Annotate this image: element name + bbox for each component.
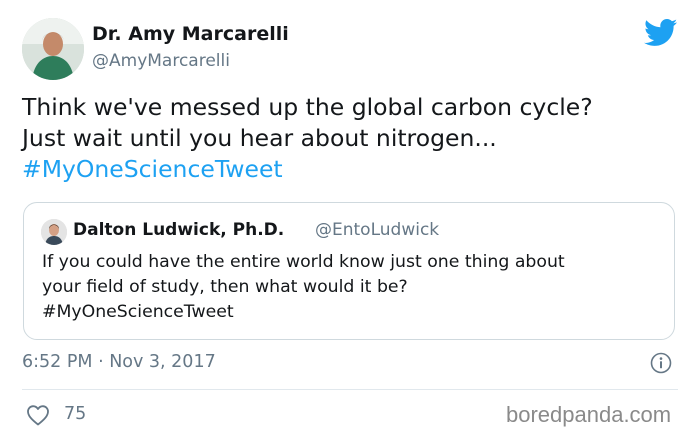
quoted-author-avatar-image: [41, 219, 67, 245]
hashtag-link[interactable]: #MyOneScienceTweet: [22, 154, 682, 185]
quoted-author-handle[interactable]: @EntoLudwick: [315, 220, 439, 240]
tweet-text-line: Just wait until you hear about nitrogen.…: [22, 124, 497, 152]
heart-icon[interactable]: [26, 404, 50, 426]
tweet-timestamp[interactable]: 6:52 PM · Nov 3, 2017: [22, 352, 216, 372]
quoted-hashtag: #MyOneScienceTweet: [42, 302, 234, 322]
quoted-author-name[interactable]: Dalton Ludwick, Ph.D.: [73, 220, 284, 240]
author-avatar[interactable]: [22, 18, 84, 80]
quoted-text-line: If you could have the entire world know …: [42, 252, 565, 272]
quoted-tweet[interactable]: Dalton Ludwick, Ph.D. @EntoLudwick If yo…: [23, 202, 675, 340]
author-handle[interactable]: @AmyMarcarelli: [92, 51, 230, 71]
watermark: boredpanda.com: [506, 402, 672, 427]
info-icon[interactable]: [650, 352, 672, 374]
tweet-text-line: Think we've messed up the global carbon …: [22, 93, 593, 121]
author-name[interactable]: Dr. Amy Marcarelli: [92, 23, 289, 45]
divider: [22, 389, 678, 390]
quoted-author-avatar[interactable]: [41, 219, 67, 245]
like-count: 75: [64, 404, 87, 424]
tweet-text: Think we've messed up the global carbon …: [22, 92, 682, 185]
author-avatar-image: [22, 18, 84, 80]
twitter-bird-icon[interactable]: [644, 19, 678, 47]
tweet-card: Dr. Amy Marcarelli @AmyMarcarelli Think …: [0, 0, 700, 443]
quoted-text-line: your field of study, then what would it …: [42, 277, 408, 297]
quoted-tweet-text: If you could have the entire world know …: [42, 250, 662, 325]
